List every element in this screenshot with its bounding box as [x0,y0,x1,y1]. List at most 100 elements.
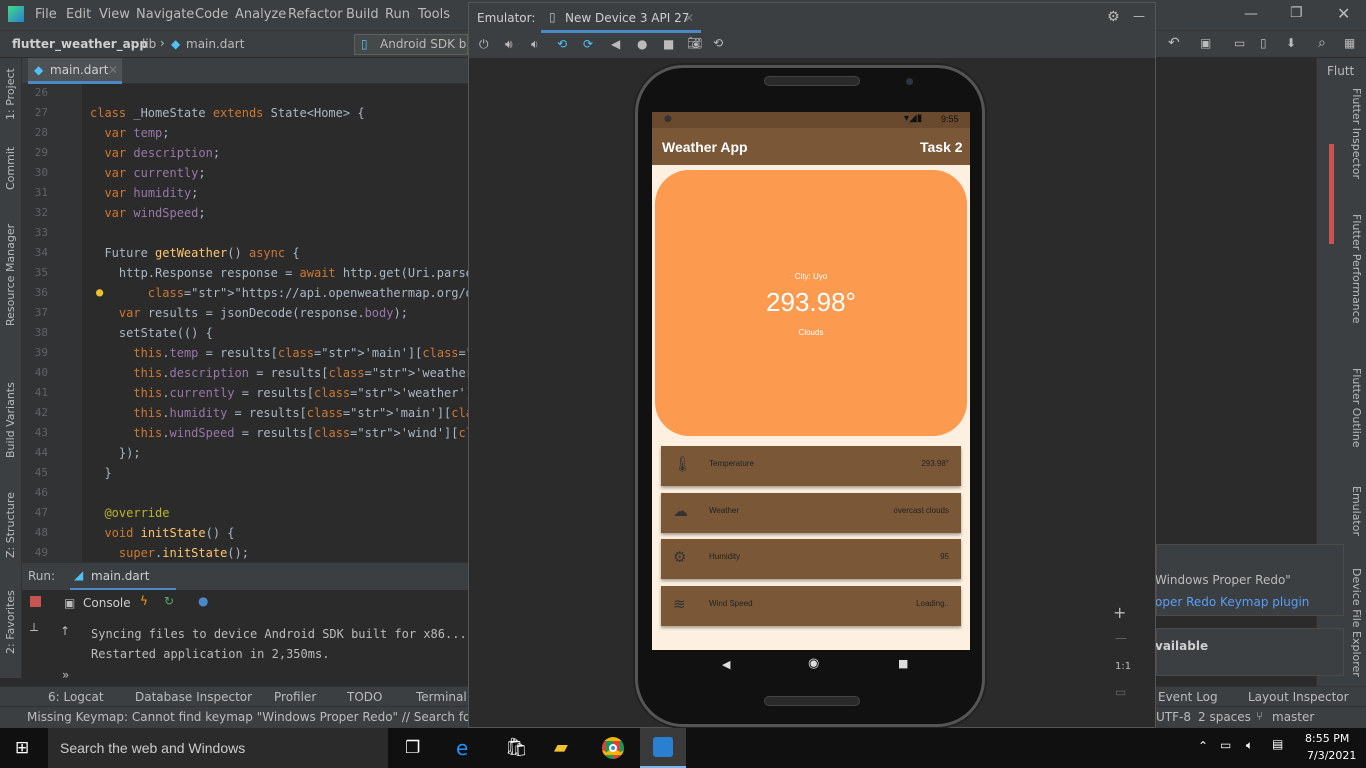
menu-build[interactable]: Build [346,7,379,22]
code-line[interactable]: var windSpeed; [90,206,205,220]
weather-info-row[interactable]: ☁ Weather overcast clouds [661,492,961,533]
code-line[interactable]: var humidity; [90,186,198,200]
breadcrumb-folder[interactable]: lib [142,37,156,51]
snapshot-icon[interactable]: ⟲ [713,36,723,50]
code-line[interactable]: http.Response response = await http.get(… [90,266,480,280]
network-icon[interactable]: ▭ [1220,738,1231,752]
device-manager-icon[interactable]: ▯ [1260,36,1267,50]
settings-icon[interactable]: ▦ [1344,36,1355,50]
tool-favorites[interactable]: 2: Favorites [4,590,17,654]
git-branch[interactable]: master [1272,710,1314,724]
menu-code[interactable]: Code [195,7,228,22]
undo-icon[interactable]: ↶ [1168,35,1180,51]
file-explorer-icon[interactable]: ▰ [554,737,568,758]
weather-info-row[interactable]: ≋ Wind Speed Loading.. [661,585,961,626]
maximize-icon[interactable]: ❐ [1290,5,1303,21]
code-line[interactable]: setState(() { [90,326,213,340]
code-line[interactable]: var results = jsonDecode(response.body); [90,306,408,320]
lightbulb-icon[interactable]: ● [96,285,103,299]
tool-flutter-performance[interactable]: Flutter Performance [1350,214,1363,323]
tool-flutter-inspector[interactable]: Flutter Inspector [1350,88,1363,179]
hide-icon[interactable]: — [1133,9,1145,23]
overview-icon[interactable]: ■ [898,657,908,670]
volume-icon[interactable]: 🔈︎ [1246,738,1253,753]
edge-icon[interactable]: e [456,736,468,760]
tool-profiler[interactable]: Profiler [274,690,316,704]
zoom-in-icon[interactable]: + [1113,603,1126,622]
hot-reload-icon[interactable]: ϟ [140,594,148,608]
tool-structure[interactable]: Z: Structure [4,492,17,558]
notification-link[interactable]: oper Redo Keymap plugin [1155,595,1309,609]
menu-edit[interactable]: Edit [66,7,91,22]
search-icon[interactable]: ⌕ [1318,35,1326,51]
close-tab-icon[interactable]: ✕ [684,11,694,25]
home-icon[interactable]: ● [637,37,647,51]
phone-screen[interactable]: ● ▾◢▮ 9:55 Weather App Task 2 City: Uyo … [652,112,970,650]
volume-down-icon[interactable]: 🔉︎ [531,37,539,52]
code-line[interactable]: }); [90,446,141,460]
store-icon[interactable]: 🛍︎ [505,737,528,758]
tab-main-dart[interactable]: ◆ main.dart ✕ [28,58,122,84]
expand-icon[interactable]: » [62,668,69,682]
fit-screen-icon[interactable]: ▭ [1115,685,1126,699]
tool-todo[interactable]: TODO [347,690,382,704]
back-icon[interactable]: ◀ [722,658,730,671]
code-line[interactable]: Future getWeather() async { [90,246,299,260]
tool-database-inspector[interactable]: Database Inspector [135,690,252,704]
pin-icon[interactable]: ⟂ [30,620,38,635]
stop-icon[interactable] [30,596,41,607]
emulator-device-tab[interactable]: ▯ New Device 3 API 27 ✕ [541,3,701,33]
menu-refactor[interactable]: Refactor [288,7,343,22]
console-tab[interactable]: Console [83,596,131,610]
tool-logcat[interactable]: 6: Logcat [48,690,104,704]
tool-device-file-explorer[interactable]: Device File Explorer [1350,568,1363,677]
zoom-out-icon[interactable]: — [1115,631,1127,645]
menu-view[interactable]: View [99,7,130,22]
code-line[interactable]: class _HomeState extends State<Home> { [90,106,365,120]
code-line[interactable]: super.initState(); [90,546,249,560]
code-line[interactable]: var currently; [90,166,205,180]
volume-up-icon[interactable]: 🔊︎ [505,37,513,52]
file-encoding[interactable]: UTF-8 [1156,710,1191,724]
zoom-ratio[interactable]: 1:1 [1115,661,1131,672]
camera-icon[interactable]: 📷︎ [687,36,702,50]
power-icon[interactable]: ⏻ [479,37,489,52]
run-tab[interactable]: main.dart [91,569,149,583]
code-line[interactable]: var description; [90,146,220,160]
keyboard-icon[interactable]: ▤ [1272,737,1283,751]
tool-flutter-outline[interactable]: Flutter Outline [1350,368,1363,448]
back-icon[interactable]: ◀ [611,37,620,51]
menu-file[interactable]: File [35,7,57,22]
overview-icon[interactable]: ■ [663,37,674,51]
taskbar-search-box[interactable]: Search the web and Windows [48,728,388,768]
tool-emulator[interactable]: Emulator [1350,486,1363,536]
chevron-up-icon[interactable]: ⌃ [1198,739,1208,753]
notification-keymap[interactable]: Windows Proper Redo" oper Redo Keymap pl… [1155,544,1344,616]
menu-analyze[interactable]: Analyze [235,7,286,22]
tool-commit[interactable]: Commit [4,147,17,190]
windows-start-icon[interactable]: ⊞ [15,738,29,758]
tool-project[interactable]: 1: Project [4,68,17,120]
hot-restart-icon[interactable]: ↻ [164,594,174,608]
notification-update[interactable]: vailable [1155,628,1344,676]
tool-layout-inspector[interactable]: Layout Inspector [1248,690,1349,704]
android-studio-icon[interactable] [640,728,686,768]
code-line[interactable]: void initState() { [90,526,234,540]
device-selector[interactable]: ▯ Android SDK buil [354,34,468,55]
close-tab-icon[interactable]: ✕ [108,63,118,77]
layout-icon[interactable]: ▭ [1234,36,1245,50]
home-icon[interactable]: ◉ [808,656,819,671]
status-message[interactable]: Missing Keymap: Cannot find keymap "Wind… [27,710,468,724]
indent-setting[interactable]: 2 spaces [1198,710,1251,724]
menu-run[interactable]: Run [385,7,410,22]
code-line[interactable]: } [90,466,111,480]
code-editor[interactable]: 26 27 class _HomeState extends State<Home>… [22,84,646,562]
gear-icon[interactable]: ⚙ [1107,9,1120,25]
weather-info-row[interactable]: ⚙ Humidity 95 [661,539,961,579]
menu-navigate[interactable]: Navigate [136,7,194,22]
sdk-icon[interactable]: ⬇ [1286,36,1296,50]
code-line[interactable]: var temp; [90,126,169,140]
tool-event-log[interactable]: Event Log [1158,690,1218,704]
tool-terminal[interactable]: Terminal [416,690,467,704]
minimize-icon[interactable]: — [1244,6,1258,22]
